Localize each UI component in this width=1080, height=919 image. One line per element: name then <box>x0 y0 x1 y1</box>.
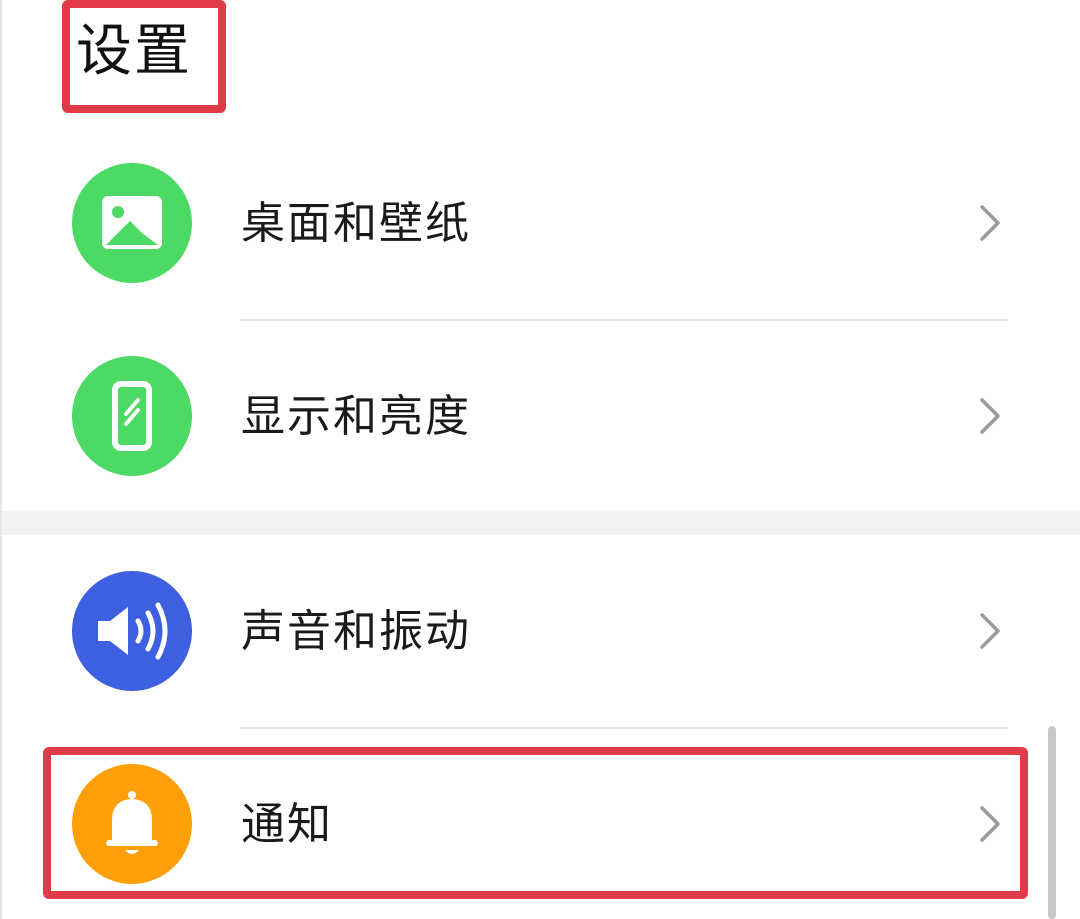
settings-item-label: 通知 <box>241 799 333 850</box>
page-title: 设置 <box>76 19 192 84</box>
settings-item-label: 声音和振动 <box>241 606 471 657</box>
chevron-right-icon <box>980 398 1000 434</box>
settings-item-notifications[interactable]: 通知 <box>0 729 1080 919</box>
settings-item-sound[interactable]: 声音和振动 <box>0 536 1080 726</box>
settings-item-label: 桌面和壁纸 <box>241 198 471 249</box>
chevron-right-icon <box>980 205 1000 241</box>
settings-item-label: 显示和亮度 <box>241 391 471 442</box>
settings-screen: 设置 桌面和壁纸 显示和亮度 声音和振动 通知 <box>0 0 1080 919</box>
settings-item-display[interactable]: 显示和亮度 <box>0 321 1080 511</box>
chevron-right-icon <box>980 613 1000 649</box>
settings-item-wallpaper[interactable]: 桌面和壁纸 <box>0 128 1080 318</box>
section-separator <box>2 511 1080 535</box>
chevron-right-icon <box>980 806 1000 842</box>
scrollbar[interactable] <box>1048 726 1056 919</box>
bell-icon <box>72 764 192 884</box>
wallpaper-icon <box>72 163 192 283</box>
phone-display-icon <box>72 356 192 476</box>
speaker-icon <box>72 571 192 691</box>
